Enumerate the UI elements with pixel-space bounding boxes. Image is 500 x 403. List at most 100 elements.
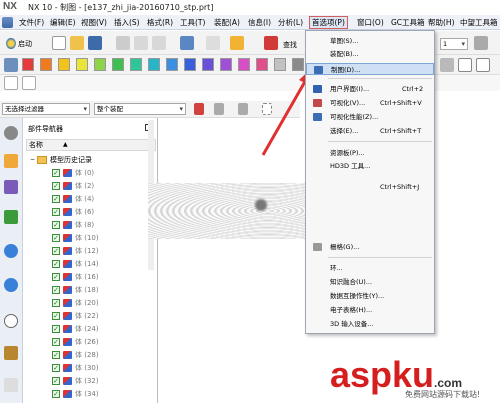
color-swatch[interactable] [40,58,52,71]
start-button[interactable]: 启动 [6,37,32,51]
history-icon[interactable] [4,314,18,328]
collapse-icon[interactable]: − [30,154,35,166]
menu-item-assembly[interactable]: 装配(B)... [306,48,434,60]
menu-gc-toolbox[interactable]: GC工具箱 [389,16,427,29]
menu-window[interactable]: 窗口(O) [355,16,386,29]
view-orient-icon[interactable] [474,36,488,50]
menu-item-data-interop[interactable]: 数据互操作性(Y)... [306,290,434,302]
menu-insert[interactable]: 插入(S) [112,16,142,29]
body-icon [63,208,72,216]
color-swatch[interactable] [94,58,106,71]
menu-item-visualization[interactable]: 可视化(V)... Ctrl+Shift+V [306,97,434,109]
visibility-checkbox[interactable]: ✓ [52,247,60,255]
roles-icon[interactable] [4,346,18,360]
menu-format[interactable]: 格式(R) [145,16,175,29]
menu-item-user-interface[interactable]: 用户界面(I)... Ctrl+2 [306,83,434,95]
color-palette-icon[interactable] [4,58,18,72]
new-file-icon[interactable] [52,36,66,50]
snap-icon[interactable] [238,103,248,115]
blank-icon[interactable] [22,76,36,90]
system-scene-icon[interactable] [4,378,18,392]
menu-item-selection[interactable]: 选择(E)... Ctrl+Shift+T [306,125,434,137]
visibility-checkbox[interactable]: ✓ [52,364,60,372]
visibility-checkbox[interactable]: ✓ [52,260,60,268]
open-folder-icon[interactable] [70,36,84,50]
menu-tools[interactable]: 工具(T) [178,16,207,29]
menu-zw-toolbox[interactable]: 中望工具箱 [458,16,500,29]
menu-view[interactable]: 视图(V) [79,16,109,29]
copy-icon[interactable] [134,36,148,50]
menu-item-hidden[interactable]: Ctrl+Shift+J [306,181,434,193]
reuse-library-icon[interactable] [4,210,18,224]
info-icon[interactable] [4,278,18,292]
visibility-checkbox[interactable]: ✓ [52,195,60,203]
visibility-checkbox[interactable]: ✓ [52,312,60,320]
name-column-header[interactable]: 名称 ▲ [26,139,156,151]
color-swatch[interactable] [22,58,34,71]
color-swatch[interactable] [202,58,214,71]
web-browser-icon[interactable] [4,244,18,258]
zoom-select[interactable]: 1 [440,38,468,50]
menu-item-ring[interactable]: 环... [306,262,434,274]
color-swatch[interactable] [112,58,124,71]
color-swatch[interactable] [76,58,88,71]
snap-point-icon[interactable] [194,103,204,115]
angle-icon[interactable] [476,58,490,72]
visibility-checkbox[interactable]: ✓ [52,286,60,294]
color-swatch[interactable] [148,58,160,71]
cut-icon[interactable] [116,36,130,50]
visibility-checkbox[interactable]: ✓ [52,325,60,333]
assembly-navigator-icon[interactable] [4,154,18,168]
visibility-checkbox[interactable]: ✓ [52,208,60,216]
visibility-checkbox[interactable]: ✓ [52,377,60,385]
cross-icon[interactable] [458,58,472,72]
menu-item-visual-performance[interactable]: 可视化性能(Z)... [306,111,434,123]
menu-preferences[interactable]: 首选项(P) [309,16,348,29]
selection-filter-select[interactable]: 无选择过滤器 [2,103,90,115]
menu-file[interactable]: 文件(F) [17,16,46,29]
visibility-checkbox[interactable]: ✓ [52,169,60,177]
visibility-checkbox[interactable]: ✓ [52,390,60,398]
menu-analysis[interactable]: 分析(L) [276,16,305,29]
menu-item-knowledge-fusion[interactable]: 知识融合(U)... [306,276,434,288]
line-style-icon[interactable] [440,58,454,72]
command-finder-label[interactable]: 查找 [283,40,297,50]
tree-row-label: 体 (18) [75,286,99,294]
menu-item-hd3d[interactable]: HD3D 工具... [306,160,434,172]
color-swatch[interactable] [166,58,178,71]
redo-icon[interactable] [206,36,220,50]
color-swatch[interactable] [58,58,70,71]
menu-item-spreadsheet[interactable]: 电子表格(H)... [306,304,434,316]
visibility-checkbox[interactable]: ✓ [52,299,60,307]
menu-assembly[interactable]: 装配(A) [212,16,242,29]
visibility-checkbox[interactable]: ✓ [52,338,60,346]
color-swatch[interactable] [220,58,232,71]
visibility-checkbox[interactable]: ✓ [52,351,60,359]
color-swatch[interactable] [238,58,250,71]
scope-select[interactable]: 整个装配 [94,103,186,115]
visibility-checkbox[interactable]: ✓ [52,234,60,242]
menu-item-3d-input[interactable]: 3D 输入设备... [306,318,434,330]
visibility-checkbox[interactable]: ✓ [52,273,60,281]
snap-icon[interactable] [214,103,224,115]
app-menu-icon[interactable] [2,17,13,28]
color-swatch[interactable] [184,58,196,71]
blank-icon[interactable] [4,76,18,90]
repeat-command-icon[interactable] [230,36,244,50]
menu-item-drafting[interactable]: 制图(D)... [306,63,434,75]
menu-item-palette[interactable]: 资源板(P)... [306,147,434,159]
menu-edit[interactable]: 编辑(E) [48,16,78,29]
command-finder-icon[interactable] [264,36,278,50]
paste-icon[interactable] [152,36,166,50]
menu-item-sketch[interactable]: 草图(S)... [306,35,434,47]
menu-item-grid[interactable]: 栅格(G)... [306,241,434,253]
color-swatch[interactable] [130,58,142,71]
visibility-checkbox[interactable]: ✓ [52,182,60,190]
save-icon[interactable] [88,36,102,50]
constraint-navigator-icon[interactable] [4,180,18,194]
settings-icon[interactable] [4,126,18,140]
menu-information[interactable]: 信息(I) [246,16,273,29]
undo-icon[interactable] [180,36,194,50]
visibility-checkbox[interactable]: ✓ [52,221,60,229]
menu-help[interactable]: 帮助(H) [426,16,457,29]
